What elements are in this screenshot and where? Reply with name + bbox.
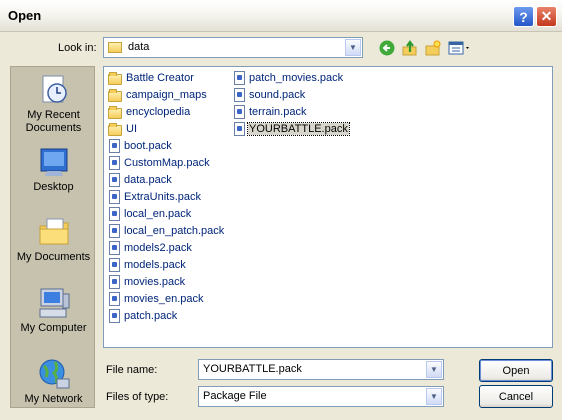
list-item[interactable]: patch.pack — [108, 308, 178, 324]
views-menu-button[interactable] — [447, 38, 473, 58]
place-label: My Documents — [16, 251, 91, 263]
file-type-label: Files of type: — [106, 391, 169, 403]
list-item[interactable]: campaign_maps — [108, 87, 208, 103]
chevron-down-icon[interactable]: ▼ — [345, 39, 361, 56]
pack-file-icon — [109, 258, 120, 272]
help-icon: ? — [519, 8, 528, 25]
list-item-selected[interactable]: YOURBATTLE.pack — [233, 121, 350, 137]
pack-file-icon — [234, 105, 245, 119]
place-label: My Network — [24, 393, 83, 405]
back-arrow-icon — [379, 40, 395, 56]
up-folder-icon — [402, 40, 417, 56]
list-item[interactable]: movies.pack — [108, 274, 186, 290]
place-label: My Recent Documents — [25, 109, 82, 134]
place-recent-documents[interactable]: My Recent Documents — [11, 73, 96, 135]
cancel-button-label: Cancel — [498, 390, 534, 403]
pack-file-icon — [109, 292, 120, 306]
desktop-icon — [37, 145, 71, 179]
cancel-button[interactable]: Cancel — [479, 385, 553, 408]
folder-icon — [108, 88, 122, 102]
list-item[interactable]: terrain.pack — [233, 104, 307, 120]
pack-file-icon — [109, 224, 120, 238]
my-network-icon — [37, 357, 71, 391]
new-folder-icon — [425, 40, 441, 56]
look-in-value: data — [128, 41, 150, 53]
folder-icon — [108, 42, 122, 53]
up-folder-button[interactable] — [399, 38, 421, 58]
pack-file-icon — [109, 139, 120, 153]
my-computer-icon — [37, 286, 71, 320]
chevron-down-icon[interactable]: ▼ — [426, 361, 442, 378]
chevron-down-icon[interactable]: ▼ — [426, 388, 442, 405]
help-button[interactable]: ? — [513, 6, 534, 27]
open-dialog: Open ? ✕ Look in: data ▼ My Recent Docum… — [0, 0, 562, 420]
pack-file-icon — [109, 156, 120, 170]
list-item[interactable]: ExtraUnits.pack — [108, 189, 202, 205]
pack-file-icon — [234, 122, 245, 136]
pack-file-icon — [109, 241, 120, 255]
list-item[interactable]: models2.pack — [108, 240, 193, 256]
place-my-computer[interactable]: My Computer — [11, 286, 96, 335]
pack-file-icon — [109, 173, 120, 187]
pack-file-icon — [234, 88, 245, 102]
file-name-label: File name: — [106, 364, 158, 376]
back-button[interactable] — [376, 38, 398, 58]
close-button[interactable]: ✕ — [536, 6, 557, 27]
list-item[interactable]: UI — [108, 121, 138, 137]
list-item[interactable]: CustomMap.pack — [108, 155, 211, 171]
window-title: Open — [8, 8, 42, 23]
place-my-network[interactable]: My Network — [11, 357, 96, 406]
pack-file-icon — [109, 207, 120, 221]
folder-icon — [108, 71, 122, 85]
file-type-value: Package File — [203, 390, 267, 402]
places-bar: My Recent Documents Desktop My Documents… — [10, 66, 95, 408]
file-name-value: YOURBATTLE.pack — [203, 363, 302, 375]
close-icon: ✕ — [540, 8, 553, 24]
list-item[interactable]: data.pack — [108, 172, 173, 188]
file-list[interactable]: Battle Creator campaign_maps encyclopedi… — [103, 66, 553, 348]
place-label: My Computer — [20, 322, 87, 334]
place-label: Desktop — [33, 181, 74, 193]
folder-icon — [108, 105, 122, 119]
pack-file-icon — [109, 190, 120, 204]
list-item[interactable]: encyclopedia — [108, 104, 191, 120]
pack-file-icon — [109, 309, 120, 323]
file-type-dropdown[interactable]: Package File ▼ — [198, 386, 444, 407]
list-item[interactable]: local_en.pack — [108, 206, 192, 222]
place-my-documents[interactable]: My Documents — [11, 215, 96, 264]
pack-file-icon — [109, 275, 120, 289]
views-menu-icon — [448, 41, 469, 55]
title-bar[interactable]: Open ? ✕ — [0, 0, 562, 32]
new-folder-button[interactable] — [422, 38, 444, 58]
recent-documents-icon — [37, 73, 71, 107]
look-in-dropdown[interactable]: data ▼ — [103, 37, 363, 58]
list-item[interactable]: boot.pack — [108, 138, 173, 154]
file-name-field[interactable]: YOURBATTLE.pack ▼ — [198, 359, 444, 380]
place-desktop[interactable]: Desktop — [11, 145, 96, 194]
pack-file-icon — [234, 71, 245, 85]
my-documents-icon — [37, 215, 71, 249]
look-in-label: Look in: — [58, 42, 97, 54]
list-item[interactable]: models.pack — [108, 257, 187, 273]
list-item[interactable]: local_en_patch.pack — [108, 223, 225, 239]
list-item[interactable]: movies_en.pack — [108, 291, 205, 307]
list-item[interactable]: Battle Creator — [108, 70, 195, 86]
list-item[interactable]: sound.pack — [233, 87, 306, 103]
open-button[interactable]: Open — [479, 359, 553, 382]
list-item[interactable]: patch_movies.pack — [233, 70, 344, 86]
open-button-label: Open — [502, 364, 530, 377]
folder-icon — [108, 122, 122, 136]
